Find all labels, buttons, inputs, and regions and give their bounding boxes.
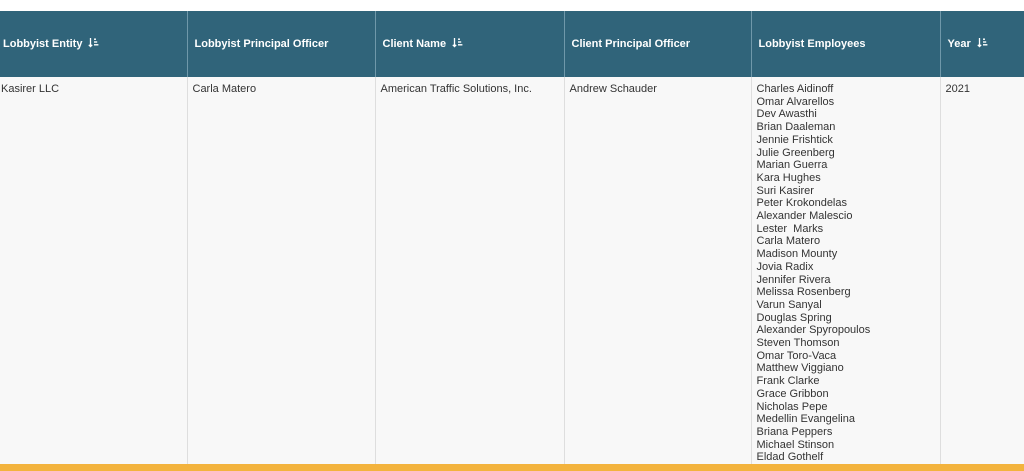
header-year[interactable]: Year [940, 11, 1024, 77]
employee-name: Eldad Gothelf [756, 451, 824, 464]
employee-name: Melissa Rosenberg [756, 286, 851, 299]
employee-name: Jovia Radix [756, 260, 814, 273]
cell-lobbyist-employees: Charles Aidinoff Omar Alvarellos Dev Awa… [751, 77, 941, 465]
cell-client-principal-officer: Andrew Schauder [564, 77, 752, 465]
sort-descending-icon[interactable] [88, 37, 99, 51]
employee-name: Alexander Spyropoulos [756, 324, 871, 337]
employee-name: Julie Greenberg [756, 146, 835, 159]
employee-name: Omar Alvarellos [756, 95, 835, 108]
cell-lobbyist-principal-officer: Carla Matero [187, 77, 376, 465]
employee-name: Michael Stinson [756, 438, 835, 451]
employee-name: Marian Guerra [756, 159, 828, 172]
sort-descending-icon[interactable] [977, 37, 988, 51]
header-lobbyist-principal-officer: Lobbyist Principal Officer [187, 11, 376, 77]
sort-descending-icon[interactable] [452, 37, 463, 51]
employee-name: Frank Clarke [756, 375, 820, 388]
cell-year: 2021 [940, 77, 1024, 465]
header-label: Lobbyist Employees [758, 38, 866, 50]
header-label: Lobbyist Entity [3, 38, 83, 50]
header-label: Client Name [382, 38, 447, 50]
lobbyist-table: Lobbyist Entity Lobbyist Principal Offic… [0, 11, 1024, 465]
employee-name: Charles Aidinoff [756, 83, 834, 95]
header-lobbyist-entity[interactable]: Lobbyist Entity [0, 11, 188, 77]
employee-name: Nicholas Pepe [756, 400, 828, 413]
employee-name: Medellin Evangelina [756, 413, 855, 426]
employee-name: Peter Krokondelas [756, 197, 848, 210]
table-header-row: Lobbyist Entity Lobbyist Principal Offic… [0, 11, 1024, 77]
employee-name: Suri Kasirer [756, 184, 814, 197]
header-label: Year [947, 38, 971, 50]
employee-name: Grace Gribbon [756, 387, 829, 400]
header-client-name[interactable]: Client Name [375, 11, 565, 77]
employee-name: Brian Daaleman [756, 121, 836, 134]
employee-name: Lester Marks [756, 222, 824, 235]
cell-client-name: American Traffic Solutions, Inc. [375, 77, 565, 465]
employee-name: Kara Hughes [756, 171, 821, 184]
accent-footer-bar [0, 464, 1024, 471]
header-label: Lobbyist Principal Officer [194, 38, 329, 50]
employee-name: Briana Peppers [756, 425, 833, 438]
header-label: Client Principal Officer [571, 38, 691, 50]
employee-name: Jennifer Rivera [756, 273, 831, 286]
employee-name: Omar Toro-Vaca [756, 349, 837, 362]
employee-name: Madison Mounty [756, 248, 838, 261]
cell-lobbyist-entity: Kasirer LLC [0, 77, 188, 465]
employee-name: Carla Matero [756, 235, 821, 248]
table-row: Kasirer LLC Carla Matero American Traffi… [0, 77, 1024, 465]
employee-name: Steven Thomson [756, 337, 840, 350]
employee-name: Varun Sanyal [756, 298, 822, 311]
employee-name: Jennie Frishtick [756, 133, 833, 146]
employee-name: Alexander Malescio [756, 210, 853, 223]
employee-name: Dev Awasthi [756, 108, 817, 121]
header-client-principal-officer: Client Principal Officer [564, 11, 752, 77]
header-lobbyist-employees: Lobbyist Employees [751, 11, 941, 77]
employee-name: Matthew Viggiano [756, 362, 844, 375]
employee-name: Douglas Spring [756, 311, 832, 324]
